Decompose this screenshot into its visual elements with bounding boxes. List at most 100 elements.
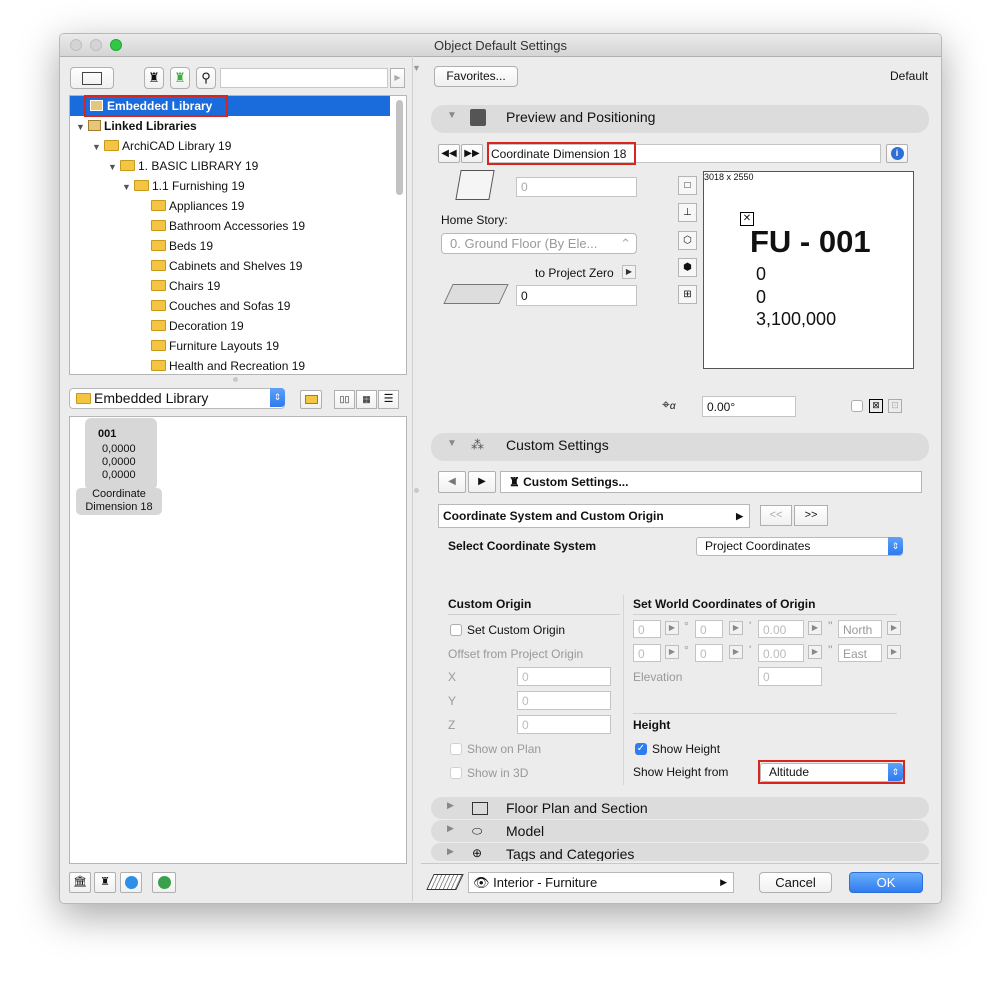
tree-row-item[interactable]: Couches and Sofas 19 — [151, 296, 290, 316]
cancel-button[interactable]: Cancel — [759, 872, 832, 893]
x-field[interactable]: 0 — [517, 667, 611, 686]
info-button[interactable]: i — [886, 144, 908, 163]
tree-row-linked-libraries[interactable]: ▼ Linked Libraries — [76, 116, 197, 136]
view-section-button[interactable]: ⊥ — [678, 203, 697, 222]
tree-row-furnishing[interactable]: ▼ 1.1 Furnishing 19 — [122, 176, 245, 196]
add-object-button[interactable]: ♜ — [94, 872, 116, 893]
tree-row-item[interactable]: Cabinets and Shelves 19 — [151, 256, 302, 276]
view-mode-button[interactable] — [70, 67, 114, 89]
disclosure-closed-icon[interactable]: ▶ — [447, 823, 454, 834]
object-filter-green-button[interactable]: ♜ — [170, 67, 190, 89]
disclosure-closed-icon[interactable]: ▶ — [447, 846, 454, 857]
prev-object-button[interactable]: ◀◀ — [438, 144, 460, 163]
east-field[interactable]: East — [838, 644, 882, 662]
tree-row-item[interactable]: Bathroom Accessories 19 — [151, 216, 305, 236]
coordinate-system-popup[interactable]: Project Coordinates ⇕ — [696, 537, 903, 556]
library-selector[interactable]: Embedded Library ⇕ — [69, 388, 285, 409]
latitude-degrees-menu[interactable]: ▶ — [665, 621, 679, 635]
favorites-button[interactable]: Favorites... — [434, 66, 518, 87]
longitude-degrees-menu[interactable]: ▶ — [665, 645, 679, 659]
library-selector-label: Embedded Library — [94, 390, 209, 406]
latitude-seconds-menu[interactable]: ▶ — [808, 621, 822, 635]
north-field[interactable]: North — [838, 620, 882, 638]
layer-popup[interactable]: 👁 Interior - Furniture ▶ — [468, 872, 734, 893]
tree-row-item[interactable]: Appliances 19 — [151, 196, 244, 216]
rotation-angle-field[interactable]: 0.00° — [702, 396, 796, 417]
home-story-popup[interactable]: 0. Ground Floor (By Ele... ⌃ — [441, 233, 637, 254]
tree-row-basic-library[interactable]: ▼ 1. BASIC LIBRARY 19 — [108, 156, 258, 176]
search-go-button[interactable]: ▶ — [390, 68, 405, 88]
splitter-handle[interactable] — [233, 377, 238, 382]
tree-row-item[interactable]: Chairs 19 — [151, 276, 220, 296]
disclosure-open-icon[interactable]: ▼ — [447, 110, 457, 121]
bimcomponents-button[interactable] — [152, 872, 176, 893]
disclosure-open-icon[interactable]: ▼ — [92, 137, 104, 157]
north-menu[interactable]: ▶ — [887, 621, 901, 635]
folder-icon — [151, 340, 166, 351]
splitter-dot[interactable] — [414, 488, 419, 493]
to-project-zero-menu-button[interactable]: ▶ — [622, 265, 636, 279]
object-thumbnail[interactable]: 001 0,0000 0,0000 0,0000 — [85, 418, 157, 490]
disclosure-open-icon[interactable]: ▼ — [122, 177, 134, 197]
tree-row-item[interactable]: Beds 19 — [151, 236, 213, 256]
show-height-checkbox[interactable]: ✓ — [635, 743, 647, 755]
show-in-3d-checkbox[interactable] — [450, 767, 462, 779]
web-objects-button[interactable] — [120, 872, 142, 893]
tree-row-item[interactable]: Decoration 19 — [151, 316, 244, 336]
tree-item-label: Beds 19 — [169, 239, 214, 253]
show-on-plan-checkbox[interactable] — [450, 743, 462, 755]
view-2d-button[interactable]: □ — [678, 176, 697, 195]
splitter-collapse-icon[interactable]: ▼ — [412, 63, 421, 73]
mirror-checkbox[interactable] — [851, 400, 863, 412]
search-button[interactable]: ⚲ — [196, 67, 216, 89]
latitude-minutes-menu[interactable]: ▶ — [729, 621, 743, 635]
next-object-button[interactable]: ▶▶ — [461, 144, 483, 163]
set-custom-origin-checkbox[interactable] — [450, 624, 462, 636]
disclosure-open-icon[interactable]: ▼ — [76, 117, 88, 137]
longitude-seconds-menu[interactable]: ▶ — [808, 645, 822, 659]
custom-page-popup[interactable]: Coordinate System and Custom Origin ▶ — [438, 504, 750, 528]
view-3d-solid-button[interactable]: ⬢ — [678, 258, 697, 277]
view-fit-button[interactable]: ⊞ — [678, 285, 697, 304]
east-menu[interactable]: ▶ — [887, 645, 901, 659]
panel-splitter[interactable] — [412, 56, 413, 901]
folder-icon — [151, 280, 166, 291]
view-list-button[interactable]: ☰ — [378, 390, 399, 409]
world-elevation-field[interactable]: 0 — [758, 667, 822, 686]
custom-prev-button[interactable]: ◀ — [438, 471, 466, 493]
view-3d-wire-button[interactable]: ⬡ — [678, 231, 697, 250]
popup-arrows-icon: ⌃ — [620, 236, 631, 251]
custom-next-button[interactable]: ▶ — [468, 471, 496, 493]
tree-row-archicad-library[interactable]: ▼ ArchiCAD Library 19 — [92, 136, 231, 156]
custom-settings-nav[interactable]: ♜ Custom Settings... — [500, 471, 922, 493]
object-filter-button[interactable]: ♜ — [144, 67, 164, 89]
home-story-value: 0. Ground Floor (By Ele... — [450, 236, 598, 251]
go-up-folder-button[interactable] — [300, 390, 322, 409]
object-height-field[interactable]: 0 — [516, 177, 637, 197]
page-prev-button[interactable]: << — [760, 505, 792, 526]
latitude-degrees-field[interactable]: 0 — [633, 620, 661, 638]
object-thumbnail-caption[interactable]: Coordinate Dimension 18 — [76, 488, 162, 515]
preview-value-2: 0 — [756, 287, 767, 307]
y-field[interactable]: 0 — [517, 691, 611, 710]
library-manager-button[interactable]: 🏛 — [69, 872, 91, 893]
view-large-icons-button[interactable]: ▯▯ — [334, 390, 355, 409]
z-field[interactable]: 0 — [517, 715, 611, 734]
tree-scrollbar[interactable] — [396, 100, 403, 195]
library-search-input[interactable] — [220, 68, 388, 88]
disclosure-closed-icon[interactable]: ▶ — [447, 800, 454, 811]
latitude-minutes-field[interactable]: 0 — [695, 620, 723, 638]
tree-row-item[interactable]: Health and Recreation 19 — [151, 356, 305, 372]
view-small-icons-button[interactable]: ▦ — [356, 390, 377, 409]
disclosure-open-icon[interactable]: ▼ — [447, 438, 457, 449]
latitude-seconds-field[interactable]: 0.00 — [758, 620, 804, 638]
longitude-minutes-field[interactable]: 0 — [695, 644, 723, 662]
disclosure-open-icon[interactable]: ▼ — [108, 157, 120, 177]
longitude-minutes-menu[interactable]: ▶ — [729, 645, 743, 659]
longitude-seconds-field[interactable]: 0.00 — [758, 644, 804, 662]
page-next-button[interactable]: >> — [794, 505, 828, 526]
longitude-degrees-field[interactable]: 0 — [633, 644, 661, 662]
ok-button[interactable]: OK — [849, 872, 923, 893]
elevation-field[interactable]: 0 — [516, 285, 637, 306]
tree-row-item[interactable]: Furniture Layouts 19 — [151, 336, 279, 356]
